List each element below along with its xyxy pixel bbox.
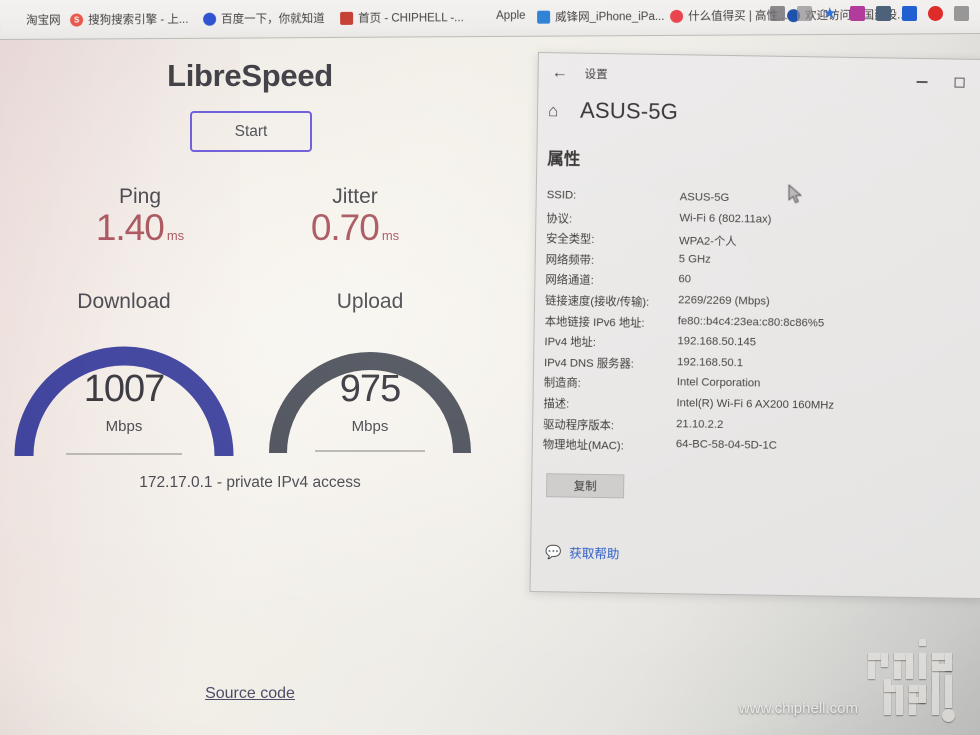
property-value: 192.168.50.145 [677,335,757,349]
bookmark-label: Apple [496,9,526,22]
property-key: 链接速度(接收/传输): [544,295,650,309]
librespeed-app: LibreSpeed Start Ping 1.40 ms Jitter 0.7… [0,40,540,735]
sogou-favicon: S [70,12,84,27]
section-title: 属性 [547,150,581,169]
jitter-value: 0.70 [310,207,380,248]
chiphell-logo [866,635,974,727]
help-bubble-icon: 💬 [545,543,562,559]
ping-unit: ms [166,228,185,243]
property-value: 60 [678,273,692,286]
minimize-button[interactable] [910,73,932,91]
bookmark-label: 淘宝网 [26,14,61,27]
translate-icon[interactable] [770,6,785,21]
cast-icon[interactable] [797,6,812,21]
upload-label: Upload [336,290,404,313]
window-title: 设置 [584,68,608,82]
network-name-heading: ASUS-5G [579,97,679,125]
back-arrow-icon[interactable]: ← [546,62,572,84]
property-value: ASUS-5G [679,191,730,205]
bookmark-label: 搜狗搜索引擎 - 上... [88,13,189,27]
chiphell-watermark: www.chiphell.com [739,635,974,727]
property-value: Intel Corporation [676,376,761,390]
ip-info-text: 172.17.0.1 - private IPv4 access [139,474,361,491]
mouse-cursor [788,184,802,204]
get-help-link[interactable]: 💬 获取帮助 [545,542,619,562]
vimeo-icon[interactable] [876,6,891,21]
property-value: 5 GHz [678,253,711,266]
adblock-icon[interactable] [928,6,943,21]
upload-unit: Mbps [351,418,389,435]
property-key: 物理地址(MAC): [542,439,624,453]
property-key: 协议: [546,212,573,226]
download-unit: Mbps [105,418,143,435]
property-value: 21.10.2.2 [676,417,724,431]
pocket-icon[interactable] [850,6,865,21]
property-key: 制造商: [543,377,581,391]
bookmark-star-icon[interactable]: ★ [823,6,838,21]
property-key: SSID: [546,189,577,202]
property-value: WPA2-个人 [678,235,737,249]
property-key: 网络频带: [545,253,595,267]
jitter-metric: Jitter 0.70 ms [270,185,440,248]
property-value: fe80::b4c4:23ea:c80:8c86%5 [677,314,825,330]
bookmark-label: 威锋网_iPhone_iPa... [555,10,665,24]
source-code-link[interactable]: Source code [0,685,500,703]
property-key: 本地链接 IPv6 地址: [544,315,645,330]
property-value: Intel(R) Wi-Fi 6 AX200 160MHz [676,397,835,412]
upload-gauge: Upload 975 Mbps [265,290,475,470]
bookmark-label: 百度一下，你就知道 [221,13,325,26]
bookmark-item[interactable]: 淘宝网 [8,12,61,28]
property-value: 64-BC-58-04-5D-1C [675,438,778,452]
property-key: 安全类型: [545,233,595,247]
properties-list: SSID: ASUS-5G 协议: Wi-Fi 6 (802.11ax) 安全类型:… [543,189,977,463]
baidu-favicon [203,12,217,26]
bookmark-item[interactable]: 首页 - CHIPHELL -... [340,9,464,26]
bookmark-item[interactable]: 百度一下，你就知道 [203,10,325,27]
download-label: Download [77,290,171,313]
apple-favicon [478,9,491,22]
property-key: 驱动程序版本: [543,418,615,432]
property-key: IPv4 地址: [544,336,597,350]
bookmark-item[interactable]: S 搜狗搜索引擎 - 上... [70,11,188,28]
bookmark-item[interactable]: 威锋网_iPhone_iPa... [537,8,664,25]
property-key: IPv4 DNS 服务器: [544,356,634,371]
get-help-label: 获取帮助 [569,546,620,562]
download-gauge: Download 1007 Mbps [10,290,238,470]
smzdm-favicon [670,9,684,23]
jitter-unit: ms [381,228,400,243]
moon-icon[interactable] [902,6,917,21]
download-progress-bar [66,453,182,455]
bookmark-label: 首页 - CHIPHELL -... [358,12,464,25]
download-value: 1007 [83,368,166,410]
taobao-favicon [8,13,21,26]
page-title: LibreSpeed [167,58,333,93]
upload-value: 975 [339,368,401,410]
feng-favicon [537,10,551,24]
ping-label: Ping [118,185,162,208]
bookmark-item[interactable]: Apple [478,9,526,22]
chiphell-favicon [340,11,354,25]
property-value: Wi-Fi 6 (802.11ax) [679,211,772,226]
property-value: 2269/2269 (Mbps) [678,294,770,308]
ping-metric: Ping 1.40 ms [55,185,225,248]
property-key: 网络通道: [545,274,594,288]
jitter-label: Jitter [332,185,378,208]
start-button[interactable]: Start [190,111,312,152]
upload-progress-bar [315,450,425,452]
ping-value: 1.40 [95,207,165,248]
screenshot-icon[interactable] [954,6,969,21]
windows-settings-window: ← 设置 ⌂ ASUS-5G 属性 SSID: ASUS-5G 协议: Wi-Fi … [529,52,980,600]
property-value: 192.168.50.1 [677,355,744,370]
watermark-url: www.chiphell.com [738,700,858,717]
copy-button[interactable]: 复制 [546,473,625,499]
maximize-button[interactable] [948,73,970,91]
property-key: 描述: [543,398,570,411]
home-icon[interactable]: ⌂ [548,101,559,121]
